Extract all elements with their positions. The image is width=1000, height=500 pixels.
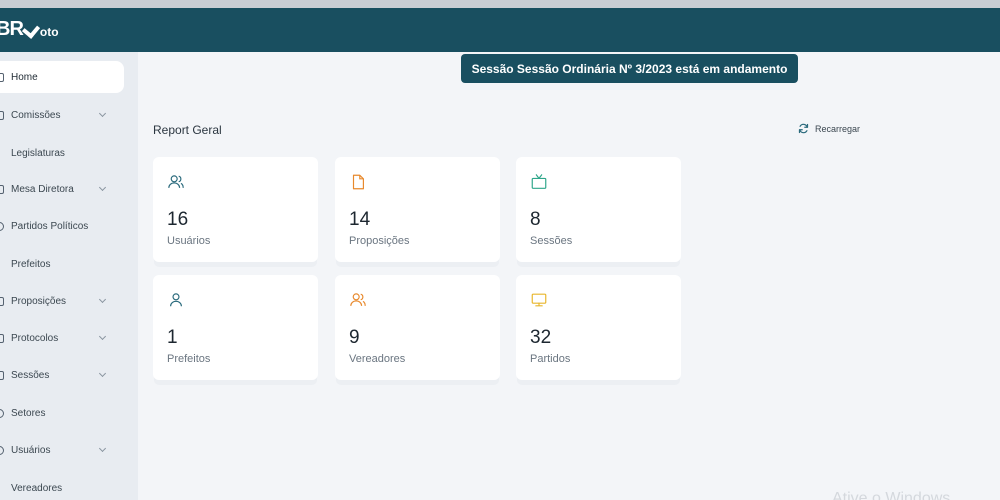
sidebar-item-partidos-politicos[interactable]: Partidos Políticos [0,210,124,242]
table-icon [0,184,4,194]
session-status-banner: Sessão Sessão Ordinária Nº 3/2023 está e… [461,54,798,83]
sidebar-item-protocolos[interactable]: Protocolos [0,322,124,354]
reload-label: Recarregar [815,123,861,134]
stat-value: 9 [349,327,360,348]
user-icon [170,293,182,307]
page-title: Report Geral [153,123,222,137]
flag-icon [0,221,4,231]
stat-label: Prefeitos [167,353,211,365]
stat-value: 14 [349,209,371,230]
stat-label: Proposições [349,235,410,247]
stat-card-sessoes[interactable]: 8 Sessões [516,157,681,262]
sidebar-item-usuarios[interactable]: Usuários [0,434,124,466]
chevron-down-icon [98,109,107,118]
stat-card-vereadores[interactable]: 9 Vereadores [335,275,500,380]
chevron-down-icon [98,295,107,304]
sidebar-item-vereadores[interactable]: Vereadores [0,472,124,500]
os-activation-watermark: Ative o Windows [832,490,951,500]
logo-suffix: oto [39,25,59,39]
stat-label: Partidos [530,353,571,365]
grid-icon [0,408,4,418]
sidebar-item-proposicoes[interactable]: Proposições [0,285,124,317]
document-icon [0,296,4,306]
stat-card-partidos[interactable]: 32 Partidos [516,275,681,380]
chevron-down-icon [98,369,107,378]
chevron-down-icon [98,183,107,192]
stat-card-prefeitos[interactable]: 1 Prefeitos [153,275,318,380]
sidebar-item-setores[interactable]: Setores [0,397,124,429]
user-icon [0,445,4,455]
clipboard-icon [0,333,4,343]
tv-icon [531,174,547,189]
sidebar-item-legislaturas[interactable]: Legislaturas [0,137,124,169]
stat-value: 1 [167,327,178,348]
home-icon [0,72,4,82]
stat-value: 8 [530,209,541,230]
sidebar-item-mesa-diretora[interactable]: Mesa Diretora [0,173,124,205]
stat-label: Vereadores [349,353,406,365]
logo-text: BR [0,18,24,40]
stat-label: Sessões [530,235,573,247]
stat-card-usuarios[interactable]: 16 Usuários [153,157,318,262]
folder-icon [0,110,4,120]
top-header: BR oto [0,8,1000,52]
logo-check-icon [21,20,41,39]
stat-label: Usuários [167,235,211,247]
calendar-icon [0,370,4,380]
sidebar-item-comissoes[interactable]: Comissões [0,99,124,131]
chevron-down-icon [98,444,107,453]
stat-card-proposicoes[interactable]: 14 Proposições [335,157,500,262]
monitor-icon [531,293,547,307]
users-icon [350,293,366,306]
window-top-border [0,0,1000,8]
brand-logo[interactable]: BR oto [0,18,59,41]
refresh-icon [798,123,809,134]
sidebar-item-sessoes[interactable]: Sessões [0,359,124,391]
sidebar: Home Comissões Legislaturas Mesa Diretor… [0,52,138,500]
document-icon [352,174,364,190]
chevron-down-icon [98,332,107,341]
stat-value: 32 [530,327,552,348]
users-icon [168,175,184,188]
stat-value: 16 [167,209,189,230]
sidebar-item-home[interactable]: Home [0,61,124,93]
reload-button[interactable]: Recarregar [798,123,860,134]
sidebar-item-prefeitos[interactable]: Prefeitos [0,248,124,280]
